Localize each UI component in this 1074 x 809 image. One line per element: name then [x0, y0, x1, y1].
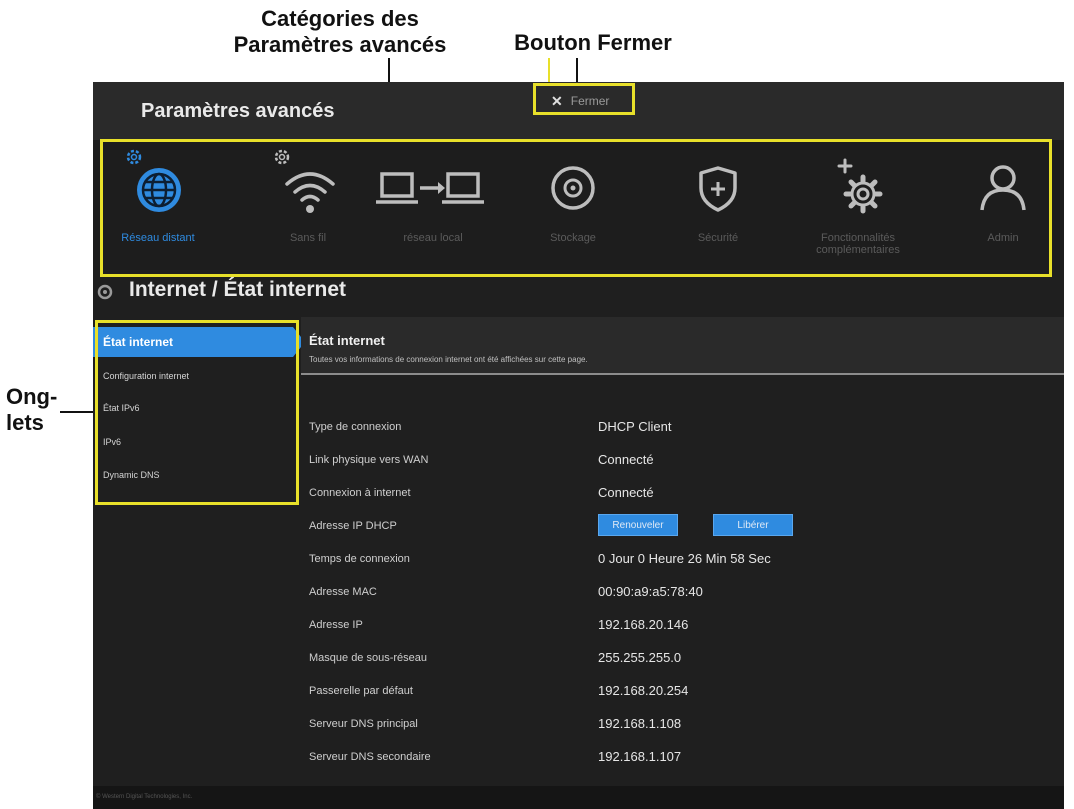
gear-badge-icon — [274, 149, 290, 165]
tab-list: État internet Configuration internet Éta… — [93, 317, 305, 497]
info-row: Adresse IP DHCP Renouveler Libérer — [301, 512, 1064, 542]
close-button[interactable]: ✕ Fermer — [543, 90, 617, 112]
info-value: 192.168.20.254 — [598, 683, 689, 698]
tab-ipv6[interactable]: IPv6 — [93, 427, 293, 457]
info-row: Temps de connexion 0 Jour 0 Heure 26 Min… — [301, 545, 1064, 575]
lan-icon — [368, 152, 498, 222]
info-row: Serveur DNS secondaire 192.168.1.107 — [301, 743, 1064, 773]
info-row: Adresse MAC 00:90:a9:a5:78:40 — [301, 578, 1064, 608]
annotation-tabs-pointer — [60, 411, 95, 413]
info-row: Adresse IP 192.168.20.146 — [301, 611, 1064, 641]
app-header: Paramètres avancés ✕ Fermer — [93, 82, 1064, 140]
info-row: Connexion à internet Connecté — [301, 479, 1064, 509]
advanced-settings-window: Paramètres avancés ✕ Fermer Réseau dista… — [93, 82, 1064, 809]
gear-badge-icon — [126, 149, 142, 165]
info-value: 192.168.1.108 — [598, 716, 682, 731]
info-label: Masque de sous-réseau — [309, 652, 428, 664]
info-label: Adresse IP — [309, 619, 363, 631]
info-label: Serveur DNS principal — [309, 718, 418, 730]
category-admin[interactable]: Admin — [953, 140, 1053, 270]
info-row: Masque de sous-réseau 255.255.255.0 — [301, 644, 1064, 674]
category-wireless[interactable]: Sans fil — [253, 140, 363, 270]
annotation-tabs-line1: Ong- — [6, 384, 58, 409]
info-row: Link physique vers WAN Connecté — [301, 446, 1064, 476]
info-value: Connecté — [598, 485, 654, 500]
tab-internet-configuration[interactable]: Configuration internet — [93, 361, 293, 391]
category-label: Sans fil — [289, 232, 327, 244]
release-button[interactable]: Libérer — [713, 514, 793, 536]
footer: © Western Digital Technologies, Inc. — [93, 786, 1064, 809]
info-value: 0 Jour 0 Heure 26 Min 58 Sec — [598, 551, 771, 566]
info-label: Type de connexion — [309, 421, 402, 433]
info-value: 192.168.1.107 — [598, 749, 682, 764]
wifi-icon — [273, 149, 343, 222]
info-label: Connexion à internet — [309, 487, 411, 499]
shield-icon — [683, 152, 753, 222]
info-value: 192.168.20.146 — [598, 617, 689, 632]
category-storage[interactable]: Stockage — [518, 140, 628, 270]
annotation-categories: Catégories des Paramètres avancés — [190, 6, 490, 58]
category-bar: Réseau distant Sans fil réseau local Sto… — [93, 140, 1064, 270]
tab-dynamic-dns[interactable]: Dynamic DNS — [93, 460, 293, 490]
info-label: Link physique vers WAN — [309, 454, 429, 466]
tab-ipv6-status[interactable]: État IPv6 — [93, 393, 293, 423]
info-value: DHCP Client — [598, 419, 672, 434]
renew-button[interactable]: Renouveler — [598, 514, 678, 536]
category-label: réseau local — [403, 232, 463, 244]
app-title: Paramètres avancés — [141, 100, 335, 122]
gear-plus-icon — [823, 152, 893, 222]
annotation-close: Bouton Fermer — [514, 30, 672, 55]
info-label: Adresse MAC — [309, 586, 377, 598]
category-label: Sécurité — [697, 232, 739, 244]
info-label: Serveur DNS secondaire — [309, 751, 431, 763]
category-label: Admin — [987, 232, 1019, 244]
annotation-categories-line2: Paramètres avancés — [233, 32, 447, 57]
category-label: Stockage — [550, 232, 596, 244]
info-row: Serveur DNS principal 192.168.1.108 — [301, 710, 1064, 740]
category-remote-network[interactable]: Réseau distant — [103, 140, 213, 270]
category-local-network[interactable]: réseau local — [368, 140, 498, 270]
info-value: Connecté — [598, 452, 654, 467]
category-label: Réseau distant — [121, 232, 195, 244]
settings-gear-icon — [97, 284, 113, 300]
info-row: Passerelle par défaut 192.168.20.254 — [301, 677, 1064, 707]
close-label: Fermer — [570, 94, 610, 108]
info-label: Temps de connexion — [309, 553, 410, 565]
content-description: Toutes vos informations de connexion int… — [309, 355, 588, 364]
footer-copyright: © Western Digital Technologies, Inc. — [96, 794, 193, 800]
category-label: Fonctionnalités complémentaires — [816, 232, 900, 256]
globe-icon — [123, 149, 193, 222]
info-value: 255.255.255.0 — [598, 650, 682, 665]
tab-internet-status[interactable]: État internet — [93, 327, 305, 357]
storage-icon — [538, 152, 608, 222]
category-additional-features[interactable]: Fonctionnalités complémentaires — [788, 140, 928, 270]
info-value: 00:90:a9:a5:78:40 — [598, 584, 703, 599]
section-header: Internet / État internet — [93, 272, 1064, 308]
annotation-tabs: Ong- lets — [6, 384, 66, 436]
info-label: Adresse IP DHCP — [309, 520, 397, 532]
annotation-tabs-line2: lets — [6, 410, 44, 435]
close-icon: ✕ — [551, 92, 563, 109]
content-title: État internet — [309, 333, 385, 348]
user-icon — [968, 152, 1038, 222]
info-row: Type de connexion DHCP Client — [301, 413, 1064, 443]
section-title: Internet / État internet — [129, 278, 347, 301]
content-header: État internet Toutes vos informations de… — [301, 317, 1064, 375]
annotation-categories-line1: Catégories des — [261, 6, 419, 31]
category-security[interactable]: Sécurité — [663, 140, 773, 270]
info-label: Passerelle par défaut — [309, 685, 413, 697]
